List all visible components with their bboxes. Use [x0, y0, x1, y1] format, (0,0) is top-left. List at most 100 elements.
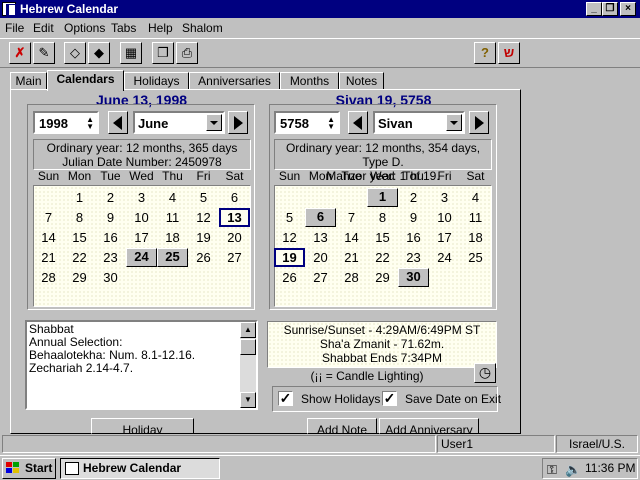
hebrew-month-select[interactable]: Sivan	[373, 111, 465, 134]
save-date-checkbox[interactable]: ✓	[382, 391, 397, 406]
menu-shalom[interactable]: Shalom	[182, 21, 223, 35]
start-button[interactable]: Start	[2, 458, 56, 479]
day-cell[interactable]: 9	[95, 208, 126, 227]
day-cell[interactable]: 26	[188, 248, 219, 267]
day-cell[interactable]: 10	[126, 208, 157, 227]
day-cell[interactable]: 18	[460, 228, 491, 247]
day-cell[interactable]: 22	[64, 248, 95, 267]
copy-icon[interactable]: ❐	[152, 42, 174, 64]
tab-holidays[interactable]: Holidays	[124, 72, 189, 90]
tab-anniversaries[interactable]: Anniversaries	[189, 72, 280, 90]
day-cell[interactable]: 13	[305, 228, 336, 247]
restore-button[interactable]: ❐	[602, 2, 618, 16]
spin-updown-icon[interactable]: ▲ ▼	[86, 116, 94, 131]
day-cell[interactable]: 19	[188, 228, 219, 247]
day-cell[interactable]: 7	[336, 208, 367, 227]
day-cell[interactable]: 22	[367, 248, 398, 267]
day-cell[interactable]: 2	[95, 188, 126, 207]
day-cell[interactable]: 16	[95, 228, 126, 247]
day-cell[interactable]: 27	[305, 268, 336, 287]
gregorian-prev-month-button[interactable]	[108, 111, 128, 134]
holiday-description-button[interactable]: Holiday Description	[91, 418, 194, 434]
day-cell[interactable]: 28	[336, 268, 367, 287]
menu-tabs[interactable]: Tabs	[111, 21, 136, 35]
gregorian-next-month-button[interactable]	[228, 111, 248, 134]
print-icon[interactable]: ⎙	[176, 42, 198, 64]
day-cell[interactable]: 8	[367, 208, 398, 227]
clock-icon[interactable]: ◷	[474, 363, 496, 383]
hebrew-year-spinner[interactable]: 5758 ▲ ▼	[274, 111, 340, 134]
tools-icon[interactable]: ✎	[33, 42, 55, 64]
day-cell[interactable]: 18	[157, 228, 188, 247]
hebrew-next-month-button[interactable]	[469, 111, 489, 134]
day-cell[interactable]: 1	[367, 188, 398, 207]
day-cell[interactable]: 29	[64, 268, 95, 287]
day-cell[interactable]: 21	[33, 248, 64, 267]
day-cell[interactable]: 21	[336, 248, 367, 267]
clear-icon[interactable]: ◆	[88, 42, 110, 64]
chevron-down-icon[interactable]	[446, 114, 462, 131]
day-cell[interactable]: 26	[274, 268, 305, 287]
shalom-icon[interactable]: ש	[498, 42, 520, 64]
day-cell[interactable]: 4	[460, 188, 491, 207]
day-cell[interactable]: 12	[188, 208, 219, 227]
day-cell[interactable]: 24	[429, 248, 460, 267]
help-icon[interactable]: ?	[474, 42, 496, 64]
tab-calendars[interactable]: Calendars	[47, 70, 124, 91]
day-cell[interactable]: 7	[33, 208, 64, 227]
day-cell[interactable]: 29	[367, 268, 398, 287]
day-cell[interactable]: 6	[219, 188, 250, 207]
day-cell[interactable]: 3	[126, 188, 157, 207]
tab-main[interactable]: Main	[10, 72, 47, 90]
network-icon[interactable]: ⚿	[547, 460, 557, 479]
scroll-up-icon[interactable]: ▲	[240, 322, 256, 338]
show-holidays-checkbox[interactable]: ✓	[278, 391, 293, 406]
title-bar[interactable]: Hebrew Calendar _ ❐ ×	[0, 0, 640, 18]
add-note-button[interactable]: Add Note	[307, 418, 377, 434]
menu-file[interactable]: File	[5, 21, 24, 35]
day-cell[interactable]: 25	[460, 248, 491, 267]
day-cell[interactable]: 23	[95, 248, 126, 267]
hebrew-prev-month-button[interactable]	[348, 111, 368, 134]
day-cell[interactable]: 23	[398, 248, 429, 267]
day-cell[interactable]: 30	[95, 268, 126, 287]
day-cell[interactable]: 17	[126, 228, 157, 247]
chevron-down-icon[interactable]	[206, 114, 222, 131]
day-cell[interactable]: 4	[157, 188, 188, 207]
tab-months[interactable]: Months	[280, 72, 339, 90]
gregorian-year-spinner[interactable]: 1998 ▲ ▼	[33, 111, 99, 134]
day-cell[interactable]: 10	[429, 208, 460, 227]
selected-day-cell[interactable]: 19	[274, 248, 305, 267]
tab-notes[interactable]: Notes	[339, 72, 384, 90]
eraser-icon[interactable]: ◇	[64, 42, 86, 64]
day-cell[interactable]: 16	[398, 228, 429, 247]
day-cell[interactable]: 5	[188, 188, 219, 207]
day-cell[interactable]: 14	[33, 228, 64, 247]
menu-edit[interactable]: Edit	[33, 21, 54, 35]
day-cell[interactable]: 17	[429, 228, 460, 247]
menu-help[interactable]: Help	[148, 21, 173, 35]
day-cell[interactable]: 20	[219, 228, 250, 247]
calendar-grid-icon[interactable]: ▦	[120, 42, 142, 64]
day-cell[interactable]: 1	[64, 188, 95, 207]
day-cell[interactable]: 28	[33, 268, 64, 287]
vertical-scrollbar[interactable]: ▲ ▼	[240, 322, 256, 408]
menu-options[interactable]: Options	[64, 21, 105, 35]
day-cell[interactable]: 2	[398, 188, 429, 207]
day-cell[interactable]: 3	[429, 188, 460, 207]
scroll-thumb[interactable]	[240, 339, 256, 355]
gregorian-month-select[interactable]: June	[133, 111, 225, 134]
day-description-textarea[interactable]: Shabbat Annual Selection: Behaalotekha: …	[25, 320, 258, 410]
day-cell[interactable]: 25	[157, 248, 188, 267]
minimize-button[interactable]: _	[586, 2, 602, 16]
day-cell[interactable]: 12	[274, 228, 305, 247]
close-button[interactable]: ×	[620, 2, 636, 16]
day-cell[interactable]: 15	[64, 228, 95, 247]
taskbar-item-hebrew-calendar[interactable]: Hebrew Calendar	[60, 458, 220, 479]
day-cell[interactable]: 6	[305, 208, 336, 227]
day-cell[interactable]: 24	[126, 248, 157, 267]
add-anniversary-button[interactable]: Add Anniversary	[379, 418, 479, 434]
day-cell[interactable]: 15	[367, 228, 398, 247]
day-cell[interactable]: 27	[219, 248, 250, 267]
calendar-app-icon[interactable]	[2, 2, 16, 16]
